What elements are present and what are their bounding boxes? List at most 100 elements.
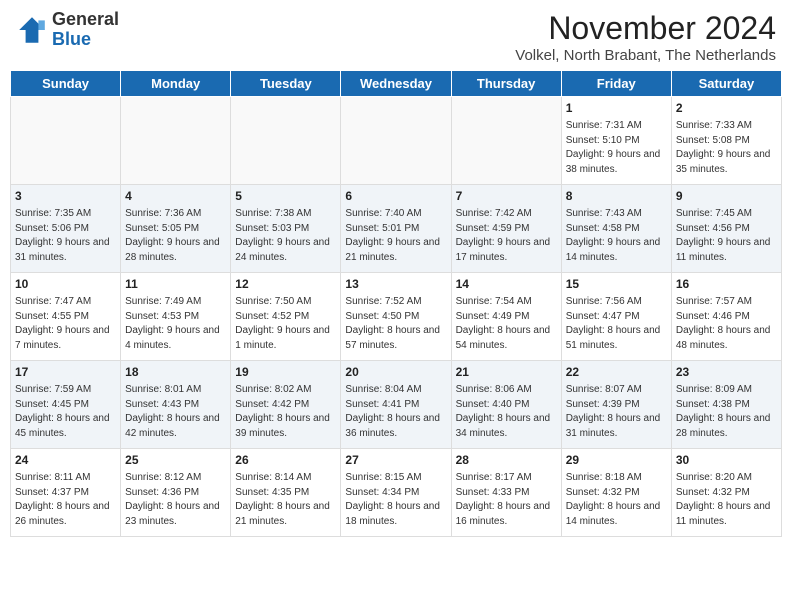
day-number: 29 bbox=[566, 452, 667, 468]
cell-info: Sunrise: 7:33 AM Sunset: 5:08 PM Dayligh… bbox=[676, 120, 773, 175]
day-number: 27 bbox=[345, 452, 446, 468]
day-number: 17 bbox=[15, 364, 116, 380]
week-row-5: 24 Sunrise: 8:11 AM Sunset: 4:37 PM Dayli… bbox=[11, 449, 782, 537]
day-number: 21 bbox=[456, 364, 557, 380]
day-header-friday: Friday bbox=[561, 71, 671, 97]
day-number: 25 bbox=[125, 452, 226, 468]
day-header-tuesday: Tuesday bbox=[231, 71, 341, 97]
cal-cell: 11Sunrise: 7:49 AM Sunset: 4:53 PM Dayli… bbox=[121, 273, 231, 361]
day-header-thursday: Thursday bbox=[451, 71, 561, 97]
day-number: 20 bbox=[345, 364, 446, 380]
cal-cell bbox=[11, 97, 121, 185]
cal-cell: 19 Sunrise: 8:02 AM Sunset: 4:42 PM Dayli… bbox=[231, 361, 341, 449]
day-number: 13 bbox=[345, 276, 446, 292]
cell-info: Sunrise: 8:09 AM Sunset: 4:38 PM Dayligh… bbox=[676, 384, 773, 439]
cal-cell: 9 Sunrise: 7:45 AM Sunset: 4:56 PM Daylig… bbox=[671, 185, 781, 273]
cell-info: Sunrise: 7:31 AM Sunset: 5:10 PM Dayligh… bbox=[566, 120, 663, 175]
cal-cell: 3 Sunrise: 7:35 AM Sunset: 5:06 PM Daylig… bbox=[11, 185, 121, 273]
cal-cell: 23 Sunrise: 8:09 AM Sunset: 4:38 PM Dayli… bbox=[671, 361, 781, 449]
day-number: 2 bbox=[676, 100, 777, 116]
cal-cell: 5 Sunrise: 7:38 AM Sunset: 5:03 PM Daylig… bbox=[231, 185, 341, 273]
cell-info: Sunrise: 8:18 AM Sunset: 4:32 PM Dayligh… bbox=[566, 472, 663, 527]
cal-cell bbox=[231, 97, 341, 185]
cal-cell: 27 Sunrise: 8:15 AM Sunset: 4:34 PM Dayli… bbox=[341, 449, 451, 537]
day-header-wednesday: Wednesday bbox=[341, 71, 451, 97]
day-number: 28 bbox=[456, 452, 557, 468]
cal-cell: 7Sunrise: 7:42 AM Sunset: 4:59 PM Daylig… bbox=[451, 185, 561, 273]
day-number: 23 bbox=[676, 364, 777, 380]
day-number: 30 bbox=[676, 452, 777, 468]
cell-info: Sunrise: 8:04 AM Sunset: 4:41 PM Dayligh… bbox=[345, 384, 442, 439]
cal-cell: 4Sunrise: 7:36 AM Sunset: 5:05 PM Daylig… bbox=[121, 185, 231, 273]
day-number: 22 bbox=[566, 364, 667, 380]
day-number: 3 bbox=[15, 188, 116, 204]
day-header-sunday: Sunday bbox=[11, 71, 121, 97]
day-number: 11 bbox=[125, 276, 226, 292]
week-row-3: 10Sunrise: 7:47 AM Sunset: 4:55 PM Dayli… bbox=[11, 273, 782, 361]
title-area: November 2024 Volkel, North Brabant, The… bbox=[515, 10, 776, 64]
cell-info: Sunrise: 7:36 AM Sunset: 5:05 PM Dayligh… bbox=[125, 208, 222, 263]
cell-info: Sunrise: 7:54 AM Sunset: 4:49 PM Dayligh… bbox=[456, 296, 553, 351]
day-number: 6 bbox=[345, 188, 446, 204]
cal-cell: 17Sunrise: 7:59 AM Sunset: 4:45 PM Dayli… bbox=[11, 361, 121, 449]
cal-cell: 30 Sunrise: 8:20 AM Sunset: 4:32 PM Dayli… bbox=[671, 449, 781, 537]
cal-cell bbox=[451, 97, 561, 185]
day-number: 12 bbox=[235, 276, 336, 292]
cal-cell: 13 Sunrise: 7:52 AM Sunset: 4:50 PM Dayli… bbox=[341, 273, 451, 361]
cell-info: Sunrise: 7:47 AM Sunset: 4:55 PM Dayligh… bbox=[15, 296, 112, 351]
cell-info: Sunrise: 7:52 AM Sunset: 4:50 PM Dayligh… bbox=[345, 296, 442, 351]
cal-cell: 29 Sunrise: 8:18 AM Sunset: 4:32 PM Dayli… bbox=[561, 449, 671, 537]
cell-info: Sunrise: 7:56 AM Sunset: 4:47 PM Dayligh… bbox=[566, 296, 663, 351]
logo: General Blue bbox=[16, 10, 119, 50]
cal-cell: 16 Sunrise: 7:57 AM Sunset: 4:46 PM Dayli… bbox=[671, 273, 781, 361]
day-number: 19 bbox=[235, 364, 336, 380]
cal-cell bbox=[341, 97, 451, 185]
day-number: 18 bbox=[125, 364, 226, 380]
cell-info: Sunrise: 8:20 AM Sunset: 4:32 PM Dayligh… bbox=[676, 472, 773, 527]
logo-general-text: General bbox=[52, 9, 119, 29]
cell-info: Sunrise: 7:45 AM Sunset: 4:56 PM Dayligh… bbox=[676, 208, 773, 263]
day-number: 24 bbox=[15, 452, 116, 468]
cal-cell: 26 Sunrise: 8:14 AM Sunset: 4:35 PM Dayli… bbox=[231, 449, 341, 537]
cal-cell: 14 Sunrise: 7:54 AM Sunset: 4:49 PM Dayli… bbox=[451, 273, 561, 361]
logo-icon bbox=[16, 14, 48, 46]
cell-info: Sunrise: 7:50 AM Sunset: 4:52 PM Dayligh… bbox=[235, 296, 332, 351]
cell-info: Sunrise: 8:14 AM Sunset: 4:35 PM Dayligh… bbox=[235, 472, 332, 527]
cal-cell: 20 Sunrise: 8:04 AM Sunset: 4:41 PM Dayli… bbox=[341, 361, 451, 449]
day-number: 26 bbox=[235, 452, 336, 468]
calendar-table: SundayMondayTuesdayWednesdayThursdayFrid… bbox=[10, 70, 782, 537]
cal-cell: 24 Sunrise: 8:11 AM Sunset: 4:37 PM Dayli… bbox=[11, 449, 121, 537]
cell-info: Sunrise: 8:02 AM Sunset: 4:42 PM Dayligh… bbox=[235, 384, 332, 439]
cell-info: Sunrise: 8:11 AM Sunset: 4:37 PM Dayligh… bbox=[15, 472, 112, 527]
calendar: SundayMondayTuesdayWednesdayThursdayFrid… bbox=[0, 70, 792, 543]
cal-cell: 18Sunrise: 8:01 AM Sunset: 4:43 PM Dayli… bbox=[121, 361, 231, 449]
cal-cell: 1Sunrise: 7:31 AM Sunset: 5:10 PM Daylig… bbox=[561, 97, 671, 185]
day-number: 16 bbox=[676, 276, 777, 292]
cell-info: Sunrise: 8:15 AM Sunset: 4:34 PM Dayligh… bbox=[345, 472, 442, 527]
cell-info: Sunrise: 7:57 AM Sunset: 4:46 PM Dayligh… bbox=[676, 296, 773, 351]
cell-info: Sunrise: 7:35 AM Sunset: 5:06 PM Dayligh… bbox=[15, 208, 112, 263]
cell-info: Sunrise: 7:43 AM Sunset: 4:58 PM Dayligh… bbox=[566, 208, 663, 263]
month-title: November 2024 bbox=[515, 10, 776, 47]
cell-info: Sunrise: 7:38 AM Sunset: 5:03 PM Dayligh… bbox=[235, 208, 332, 263]
day-number: 14 bbox=[456, 276, 557, 292]
cal-cell: 25 Sunrise: 8:12 AM Sunset: 4:36 PM Dayli… bbox=[121, 449, 231, 537]
cell-info: Sunrise: 8:07 AM Sunset: 4:39 PM Dayligh… bbox=[566, 384, 663, 439]
day-number: 5 bbox=[235, 188, 336, 204]
cal-cell: 15Sunrise: 7:56 AM Sunset: 4:47 PM Dayli… bbox=[561, 273, 671, 361]
day-number: 7 bbox=[456, 188, 557, 204]
cal-cell: 12 Sunrise: 7:50 AM Sunset: 4:52 PM Dayli… bbox=[231, 273, 341, 361]
day-header-monday: Monday bbox=[121, 71, 231, 97]
day-header-row: SundayMondayTuesdayWednesdayThursdayFrid… bbox=[11, 71, 782, 97]
day-number: 9 bbox=[676, 188, 777, 204]
cal-cell: 21 Sunrise: 8:06 AM Sunset: 4:40 PM Dayli… bbox=[451, 361, 561, 449]
cal-cell: 22 Sunrise: 8:07 AM Sunset: 4:39 PM Dayli… bbox=[561, 361, 671, 449]
cell-info: Sunrise: 8:06 AM Sunset: 4:40 PM Dayligh… bbox=[456, 384, 553, 439]
header: General Blue November 2024 Volkel, North… bbox=[0, 0, 792, 70]
day-number: 8 bbox=[566, 188, 667, 204]
day-header-saturday: Saturday bbox=[671, 71, 781, 97]
week-row-2: 3 Sunrise: 7:35 AM Sunset: 5:06 PM Daylig… bbox=[11, 185, 782, 273]
cell-info: Sunrise: 8:12 AM Sunset: 4:36 PM Dayligh… bbox=[125, 472, 222, 527]
cell-info: Sunrise: 7:40 AM Sunset: 5:01 PM Dayligh… bbox=[345, 208, 442, 263]
cal-cell: 2 Sunrise: 7:33 AM Sunset: 5:08 PM Daylig… bbox=[671, 97, 781, 185]
